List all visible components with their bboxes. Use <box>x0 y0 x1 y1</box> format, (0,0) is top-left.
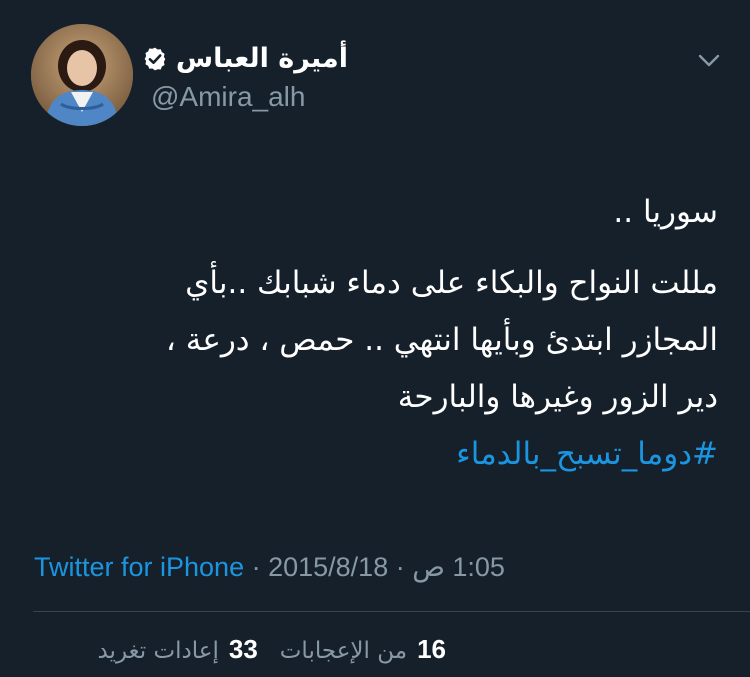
hashtag-link[interactable]: #دوما_تسبح_بالدماء <box>456 436 718 472</box>
tweet-line: سوريا .. <box>613 194 718 230</box>
likes-stat[interactable]: 16 من الإعجابات <box>280 632 446 668</box>
tweet-date[interactable]: 2015/8/18 <box>268 552 388 582</box>
tweet-stats: 16 من الإعجابات 33 إعادات تغريد <box>75 632 446 668</box>
chevron-down-icon[interactable] <box>694 48 724 72</box>
tweet-card: أميرة العباس @Amira_alh سوريا .. مللت ال… <box>0 0 750 677</box>
tweet-text: سوريا .. مللت النواح والبكاء على دماء شب… <box>28 184 718 483</box>
author-name-row[interactable]: أميرة العباس <box>142 42 348 76</box>
likes-label: من الإعجابات <box>279 638 408 664</box>
divider <box>33 611 750 612</box>
retweets-stat[interactable]: 33 إعادات تغريد <box>97 632 257 668</box>
meta-separator: · <box>244 552 269 582</box>
author-handle[interactable]: @Amira_alh <box>151 80 305 114</box>
tweet-meta: Twitter for iPhone · 2015/8/18 · 1:05 ص <box>34 550 505 584</box>
author-display-name[interactable]: أميرة العباس <box>176 42 348 76</box>
tweet-line: دير الزور وغيرها والبارحة <box>397 379 718 415</box>
meta-separator: · <box>388 552 413 582</box>
retweets-label: إعادات تغريد <box>97 638 219 664</box>
tweet-line: المجازر ابتدئ وبأيها انتهي .. حمص ، درعة… <box>165 322 718 358</box>
tweet-time[interactable]: 1:05 ص <box>412 552 505 582</box>
avatar[interactable] <box>31 24 133 126</box>
tweet-line: مللت النواح والبكاء على دماء شبابك ..بأي <box>185 265 718 301</box>
verified-badge-icon <box>142 46 168 72</box>
likes-count: 16 <box>417 634 446 664</box>
retweets-count: 33 <box>228 634 258 664</box>
source-link[interactable]: Twitter for iPhone <box>34 552 244 582</box>
